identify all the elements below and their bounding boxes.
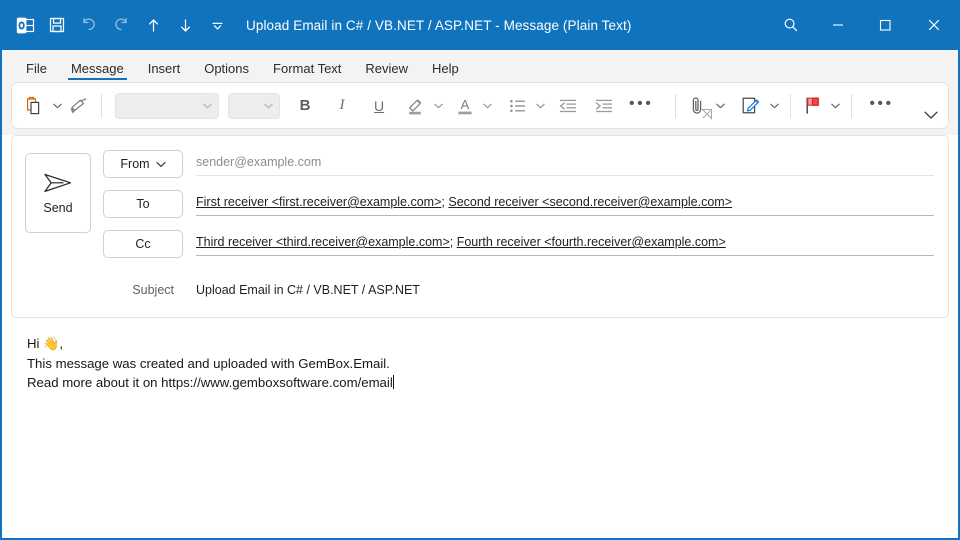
to-button-label: To	[136, 197, 149, 211]
send-button-label: Send	[43, 201, 72, 215]
outlook-compose-window: Upload Email in C# / VB.NET / ASP.NET - …	[0, 0, 960, 540]
clipboard-group	[20, 83, 94, 128]
previous-item-icon[interactable]	[138, 10, 168, 40]
message-body-line-1: Hi 👋,	[27, 334, 933, 354]
from-chevron-down-icon	[156, 161, 166, 168]
decrease-indent-button[interactable]	[553, 89, 583, 123]
include-group	[683, 83, 781, 128]
cc-field-value[interactable]: Third receiver <third.receiver@example.c…	[196, 229, 934, 256]
subject-row: Subject Upload Email in C# / VB.NET / AS…	[103, 269, 934, 311]
attach-chevron-down-icon[interactable]	[713, 89, 727, 123]
signature-chevron-down-icon[interactable]	[767, 89, 781, 123]
tab-review[interactable]: Review	[353, 57, 420, 82]
flag-chevron-down-icon[interactable]	[828, 89, 842, 123]
search-button[interactable]	[767, 0, 814, 50]
italic-button[interactable]: I	[328, 89, 356, 123]
bold-button[interactable]: B	[291, 89, 319, 123]
ribbon-separator-2	[675, 94, 676, 118]
minimize-button[interactable]	[814, 0, 861, 50]
maximize-button[interactable]	[861, 0, 908, 50]
cc-button-label: Cc	[135, 237, 150, 251]
to-recipient-1[interactable]: First receiver <first.receiver@example.c…	[196, 195, 441, 209]
ribbon-separator-3	[790, 94, 791, 118]
redo-icon[interactable]	[106, 10, 136, 40]
title-bar: Upload Email in C# / VB.NET / ASP.NET - …	[0, 0, 960, 50]
ribbon-separator-4	[851, 94, 852, 118]
cc-recipient-2[interactable]: Fourth receiver <fourth.receiver@example…	[457, 235, 726, 249]
follow-up-flag-button[interactable]	[798, 89, 828, 123]
font-size-input[interactable]	[228, 93, 280, 119]
message-body-line-2: This message was created and uploaded wi…	[27, 354, 933, 374]
text-cursor	[393, 375, 394, 389]
window-controls	[767, 0, 960, 50]
font-color-button[interactable]: A	[450, 89, 480, 123]
compose-fields: From sender@example.com To First receive…	[103, 149, 948, 317]
more-commands-button[interactable]: •••	[865, 89, 897, 123]
to-button[interactable]: To	[103, 190, 183, 218]
cc-row: Cc Third receiver <third.receiver@exampl…	[103, 229, 934, 269]
more-basic-text-button[interactable]: •••	[625, 89, 657, 123]
font-dialog-launcher[interactable]	[701, 107, 713, 125]
send-column: Send	[25, 149, 103, 317]
save-icon[interactable]	[42, 10, 72, 40]
message-body-line-3: Read more about it on https://www.gembox…	[27, 373, 933, 393]
next-item-icon[interactable]	[170, 10, 200, 40]
subject-input[interactable]: Upload Email in C# / VB.NET / ASP.NET	[196, 283, 934, 297]
ribbon-separator	[101, 94, 102, 118]
quick-access-toolbar	[0, 10, 232, 40]
close-button[interactable]	[908, 0, 960, 50]
ribbon-container: B I U A	[2, 82, 958, 135]
undo-icon[interactable]	[74, 10, 104, 40]
compose-header-panel: Send From sender@example.com To F	[11, 135, 949, 318]
paste-chevron-down-icon[interactable]	[50, 89, 64, 123]
text-highlight-color-button[interactable]	[401, 89, 431, 123]
window-title: Upload Email in C# / VB.NET / ASP.NET - …	[246, 18, 631, 33]
send-paper-plane-icon	[41, 171, 75, 195]
greeting-text: Hi	[27, 336, 43, 351]
tab-message[interactable]: Message	[59, 57, 136, 82]
subject-label: Subject	[103, 283, 183, 297]
font-color-chevron-down-icon[interactable]	[480, 89, 494, 123]
recipient-separator-2: ;	[450, 235, 457, 249]
tab-options[interactable]: Options	[192, 57, 261, 82]
ribbon: B I U A	[11, 82, 949, 129]
tab-help[interactable]: Help	[420, 57, 471, 82]
tab-format-text[interactable]: Format Text	[261, 57, 353, 82]
tags-group	[798, 83, 842, 128]
svg-text:A: A	[461, 97, 470, 112]
from-field-value[interactable]: sender@example.com	[196, 149, 934, 176]
customize-quick-access-icon[interactable]	[202, 10, 232, 40]
to-field-value[interactable]: First receiver <first.receiver@example.c…	[196, 189, 934, 216]
cc-button[interactable]: Cc	[103, 230, 183, 258]
outlook-logo-icon[interactable]	[10, 10, 40, 40]
send-button[interactable]: Send	[25, 153, 91, 233]
tab-insert[interactable]: Insert	[136, 57, 193, 82]
greeting-comma: ,	[59, 336, 63, 351]
from-row: From sender@example.com	[103, 149, 934, 189]
message-body-line-3-text: Read more about it on https://www.gembox…	[27, 375, 393, 390]
waving-hand-emoji-icon: 👋	[43, 336, 59, 351]
tab-file[interactable]: File	[14, 57, 59, 82]
increase-indent-button[interactable]	[589, 89, 619, 123]
ribbon-tab-bar: File Message Insert Options Format Text …	[2, 50, 958, 82]
bullets-chevron-down-icon[interactable]	[533, 89, 547, 123]
compose-area: Send From sender@example.com To F	[2, 135, 958, 538]
bullets-button[interactable]	[503, 89, 533, 123]
collapse-ribbon-button[interactable]	[922, 108, 940, 126]
highlight-chevron-down-icon[interactable]	[431, 89, 445, 123]
underline-button[interactable]: U	[365, 89, 393, 123]
to-row: To First receiver <first.receiver@exampl…	[103, 189, 934, 229]
cc-recipient-1[interactable]: Third receiver <third.receiver@example.c…	[196, 235, 450, 249]
paste-button[interactable]	[20, 89, 50, 123]
from-button[interactable]: From	[103, 150, 183, 178]
paragraph-group: •••	[503, 83, 657, 128]
font-group: B I U A	[109, 83, 494, 128]
message-body-editor[interactable]: Hi 👋, This message was created and uploa…	[11, 318, 949, 538]
from-button-label: From	[120, 157, 149, 171]
to-recipient-2[interactable]: Second receiver <second.receiver@example…	[448, 195, 732, 209]
format-painter-button[interactable]	[64, 89, 94, 123]
font-name-input[interactable]	[115, 93, 219, 119]
signature-button[interactable]	[735, 89, 767, 123]
